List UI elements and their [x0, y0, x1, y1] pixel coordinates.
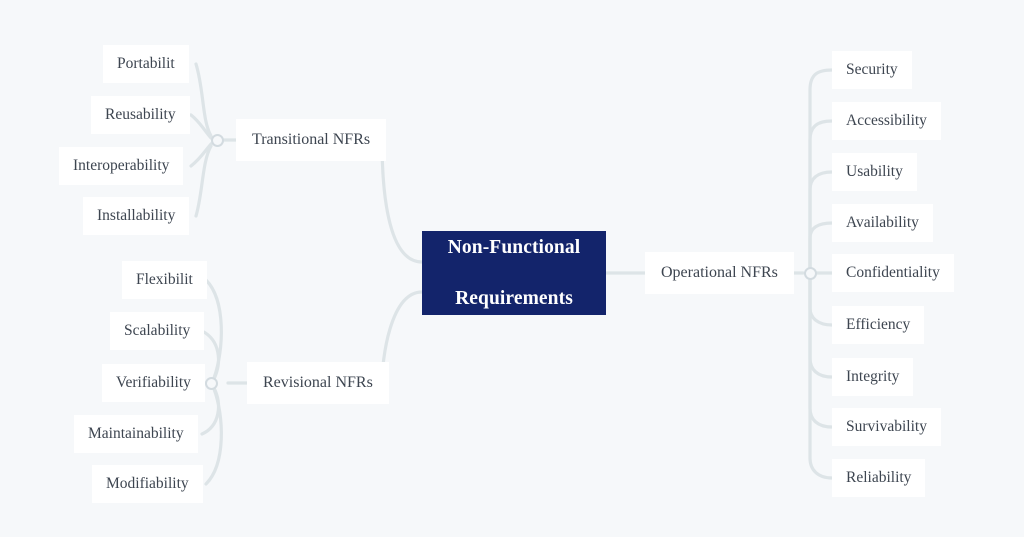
- leaf-node-usability[interactable]: Usability: [832, 153, 917, 191]
- connector-transitional-interoperability: [189, 142, 213, 168]
- leaf-node-integrity[interactable]: Integrity: [832, 358, 914, 396]
- center-node[interactable]: Non-Functional Requirements: [422, 231, 606, 315]
- leaf-label-survivability: Survivability: [846, 418, 927, 436]
- connector-operational-availability: [808, 221, 834, 269]
- branch-node-transitional[interactable]: Transitional NFRs: [236, 119, 387, 161]
- branch-node-operational[interactable]: Operational NFRs: [645, 252, 794, 294]
- connector-transitional-portabilit: [194, 62, 213, 138]
- connector-operational-efficiency: [808, 277, 834, 327]
- leaf-node-security[interactable]: Security: [832, 51, 912, 89]
- junction-transitional[interactable]: [211, 134, 224, 147]
- center-node-line1: Non-Functional: [447, 236, 581, 258]
- leaf-label-confidentiality: Confidentiality: [846, 264, 940, 282]
- leaf-label-integrity: Integrity: [846, 368, 900, 386]
- leaf-node-accessibility[interactable]: Accessibility: [832, 102, 941, 140]
- connector-transitional-installability: [194, 144, 213, 218]
- leaf-label-availability: Availability: [846, 214, 919, 232]
- branch-label-revisional: Revisional NFRs: [263, 374, 373, 391]
- leaf-node-efficiency[interactable]: Efficiency: [832, 306, 925, 344]
- leaf-label-verifiability: Verifiability: [116, 374, 191, 392]
- connector-operational-usability: [808, 170, 834, 269]
- leaf-label-interoperability: Interoperability: [73, 157, 170, 175]
- leaf-node-verifiability[interactable]: Verifiability: [102, 364, 205, 402]
- junction-revisional[interactable]: [205, 377, 218, 390]
- leaf-node-survivability[interactable]: Survivability: [832, 408, 941, 446]
- leaf-label-maintainability: Maintainability: [88, 425, 184, 443]
- connector-operational-survivability: [808, 277, 834, 429]
- connector-revisional-modifiability: [204, 387, 223, 486]
- connector-operational-reliability: [808, 277, 834, 480]
- leaf-node-confidentiality[interactable]: Confidentiality: [832, 254, 954, 292]
- leaf-label-portabilit: Portabilit: [117, 55, 175, 73]
- leaf-label-usability: Usability: [846, 163, 903, 181]
- leaf-label-security: Security: [846, 61, 898, 79]
- leaf-node-scalability[interactable]: Scalability: [110, 312, 205, 350]
- connector-center-transitional: [380, 138, 424, 264]
- junction-operational[interactable]: [804, 267, 817, 280]
- leaf-node-reliability[interactable]: Reliability: [832, 459, 926, 497]
- connector-revisional-flexibilit: [204, 278, 223, 380]
- leaf-node-availability[interactable]: Availability: [832, 204, 933, 242]
- leaf-label-flexibilit: Flexibilit: [136, 271, 193, 289]
- leaf-label-reliability: Reliability: [846, 469, 912, 487]
- connector-operational-integrity: [808, 277, 834, 379]
- leaf-node-interoperability[interactable]: Interoperability: [59, 147, 184, 185]
- leaf-label-modifiability: Modifiability: [106, 475, 189, 493]
- leaf-label-installability: Installability: [97, 207, 176, 225]
- leaf-node-flexibilit[interactable]: Flexibilit: [122, 261, 207, 299]
- leaf-node-portabilit[interactable]: Portabilit: [103, 45, 189, 83]
- branch-label-transitional: Transitional NFRs: [252, 131, 371, 148]
- leaf-node-installability[interactable]: Installability: [83, 197, 190, 235]
- branch-node-revisional[interactable]: Revisional NFRs: [247, 362, 389, 404]
- leaf-label-reusability: Reusability: [105, 106, 176, 124]
- connector-transitional-reusability: [189, 113, 213, 140]
- center-node-line2: Requirements: [455, 287, 573, 309]
- connector-operational-accessibility: [808, 119, 834, 269]
- mindmap-canvas: Non-Functional Requirements Transitional…: [0, 0, 1024, 537]
- leaf-label-accessibility: Accessibility: [846, 112, 927, 130]
- leaf-node-reusability[interactable]: Reusability: [91, 96, 190, 134]
- branch-label-operational: Operational NFRs: [661, 264, 778, 281]
- leaf-label-efficiency: Efficiency: [846, 316, 911, 334]
- leaf-label-scalability: Scalability: [124, 322, 191, 340]
- leaf-node-modifiability[interactable]: Modifiability: [92, 465, 203, 503]
- leaf-node-maintainability[interactable]: Maintainability: [74, 415, 198, 453]
- connector-operational-security: [808, 68, 834, 269]
